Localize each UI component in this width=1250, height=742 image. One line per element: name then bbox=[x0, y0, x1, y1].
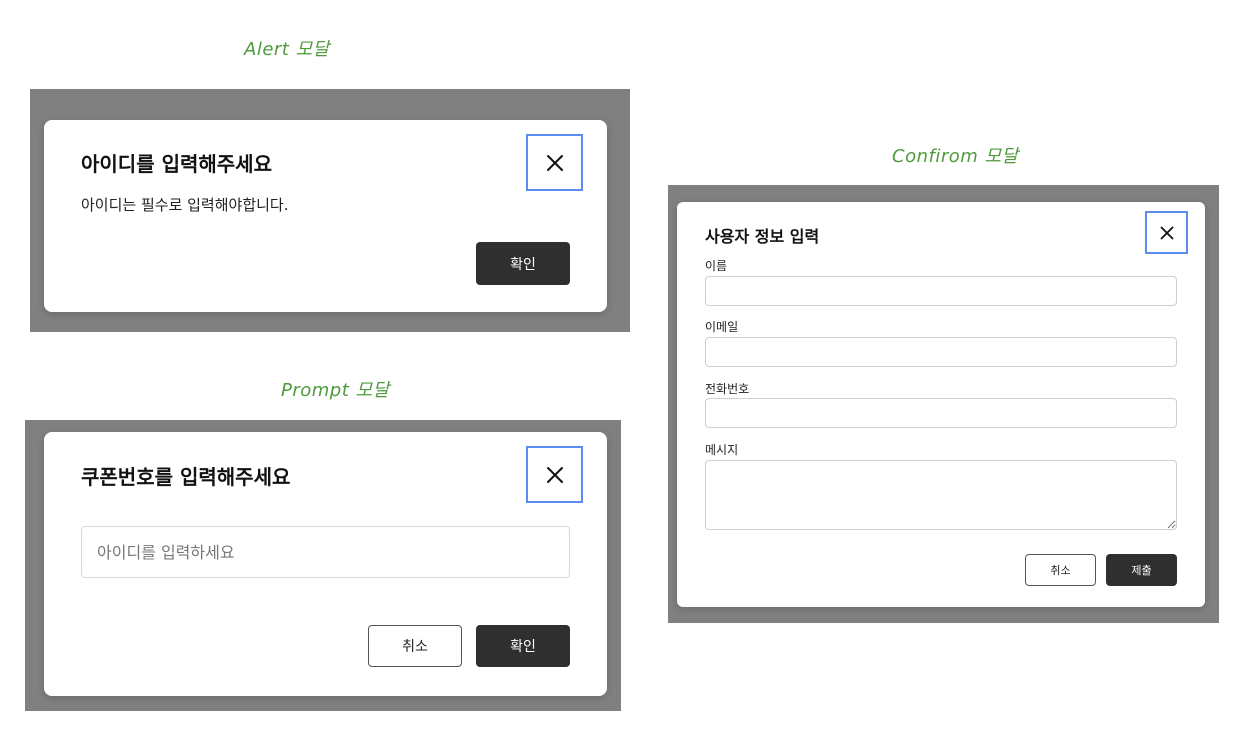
message-textarea[interactable] bbox=[705, 460, 1177, 530]
prompt-cancel-button[interactable]: 취소 bbox=[368, 625, 462, 667]
name-field[interactable] bbox=[705, 276, 1177, 306]
email-label: 이메일 bbox=[705, 320, 739, 334]
alert-close-button[interactable] bbox=[526, 134, 583, 191]
message-label: 메시지 bbox=[705, 443, 739, 457]
alert-caption: Alert 모달 bbox=[244, 39, 330, 60]
confirm-cancel-button[interactable]: 취소 bbox=[1025, 554, 1096, 586]
alert-modal: 아이디를 입력해주세요 아이디는 필수로 입력해야합니다. 확인 bbox=[44, 120, 607, 312]
coupon-input[interactable] bbox=[81, 526, 570, 578]
prompt-close-button[interactable] bbox=[526, 446, 583, 503]
close-icon bbox=[546, 154, 563, 171]
prompt-confirm-button[interactable]: 확인 bbox=[476, 625, 570, 667]
confirm-title: 사용자 정보 입력 bbox=[705, 227, 820, 246]
confirm-submit-button[interactable]: 제출 bbox=[1106, 554, 1177, 586]
alert-overlay: 아이디를 입력해주세요 아이디는 필수로 입력해야합니다. 확인 bbox=[30, 89, 630, 332]
alert-confirm-button[interactable]: 확인 bbox=[476, 242, 570, 285]
phone-label: 전화번호 bbox=[705, 382, 750, 396]
confirm-modal: 사용자 정보 입력 이름 이메일 전화번호 메시지 취소 제출 bbox=[677, 202, 1205, 607]
confirm-close-button[interactable] bbox=[1145, 211, 1188, 254]
alert-message: 아이디는 필수로 입력해야합니다. bbox=[81, 196, 289, 214]
alert-title: 아이디를 입력해주세요 bbox=[81, 152, 272, 176]
name-label: 이름 bbox=[705, 259, 728, 273]
prompt-overlay: 쿠폰번호를 입력해주세요 취소 확인 bbox=[25, 420, 621, 711]
prompt-modal: 쿠폰번호를 입력해주세요 취소 확인 bbox=[44, 432, 607, 696]
prompt-title: 쿠폰번호를 입력해주세요 bbox=[81, 465, 291, 489]
close-icon bbox=[1160, 226, 1173, 239]
prompt-caption: Prompt 모달 bbox=[281, 380, 390, 401]
close-icon bbox=[546, 466, 563, 483]
confirm-overlay: 사용자 정보 입력 이름 이메일 전화번호 메시지 취소 제출 bbox=[668, 185, 1219, 623]
email-field[interactable] bbox=[705, 337, 1177, 367]
confirm-caption: Confirom 모달 bbox=[892, 146, 1019, 167]
phone-field[interactable] bbox=[705, 398, 1177, 428]
